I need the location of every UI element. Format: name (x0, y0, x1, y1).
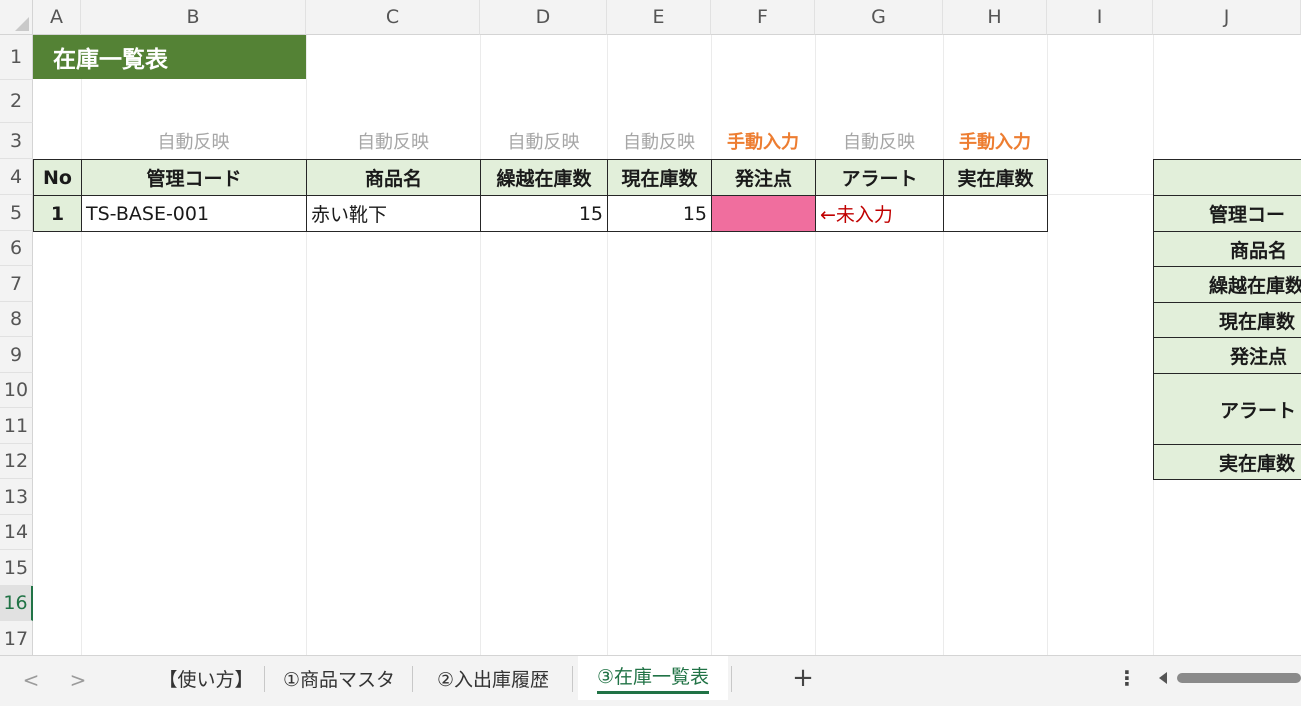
cell-current[interactable]: 15 (607, 195, 712, 232)
row-header-6[interactable]: 6 (0, 231, 33, 266)
sheet-title[interactable]: 在庫一覧表 (33, 35, 306, 79)
cell-code[interactable]: TS-BASE-001 (81, 195, 307, 232)
tab-separator (412, 666, 413, 692)
select-all-corner[interactable] (0, 0, 33, 35)
row-header-13[interactable]: 13 (0, 479, 33, 515)
tab-separator (264, 666, 265, 692)
cell-alert[interactable]: ←未入力 (815, 195, 944, 232)
note-b3[interactable]: 自動反映 (81, 123, 306, 159)
col-header-h[interactable]: H (943, 0, 1047, 35)
side-label-current[interactable]: 現在庫数 (1153, 302, 1301, 338)
scroll-left-icon[interactable] (1159, 672, 1167, 684)
cell-carry[interactable]: 15 (480, 195, 608, 232)
row-header-9[interactable]: 9 (0, 337, 33, 373)
spreadsheet-grid: A B C D E F G H I J 1 2 3 4 5 6 7 8 9 10… (0, 0, 1301, 655)
gridline (1047, 35, 1048, 655)
row-header-4[interactable]: 4 (0, 159, 33, 195)
header-carry[interactable]: 繰越在庫数 (480, 159, 608, 196)
row-header-14[interactable]: 14 (0, 515, 33, 550)
note-e3[interactable]: 自動反映 (607, 123, 711, 159)
note-h3[interactable]: 手動入力 (943, 123, 1047, 159)
tab-label: 【使い方】 (158, 668, 254, 691)
tab-separator (572, 666, 573, 692)
row-header-7[interactable]: 7 (0, 266, 33, 302)
header-name[interactable]: 商品名 (306, 159, 481, 196)
more-options-icon[interactable]: ⋮ (1117, 666, 1137, 690)
next-sheet-button[interactable]: > (66, 668, 90, 692)
side-label-name[interactable]: 商品名 (1153, 231, 1301, 267)
side-label-alert[interactable]: アラート (1153, 373, 1301, 445)
tab-inventory-list[interactable]: ③在庫一覧表 (578, 656, 728, 700)
cell-actual[interactable] (943, 195, 1048, 232)
row-header-8[interactable]: 8 (0, 302, 33, 337)
col-header-g[interactable]: G (815, 0, 943, 35)
add-sheet-button[interactable]: + (789, 663, 817, 693)
side-label-order-point[interactable]: 発注点 (1153, 337, 1301, 374)
tab-stock-history[interactable]: ②入出庫履歴 (416, 656, 570, 700)
sheet-tab-bar: < > 【使い方】 ①商品マスタ ②入出庫履歴 ③在庫一覧表 + ⋮ (0, 655, 1301, 706)
header-current[interactable]: 現在庫数 (607, 159, 712, 196)
cell-name[interactable]: 赤い靴下 (306, 195, 481, 232)
side-label-actual[interactable]: 実在庫数 (1153, 444, 1301, 480)
side-panel-header[interactable] (1153, 159, 1301, 196)
tab-label: ③在庫一覧表 (596, 662, 710, 694)
side-label-code[interactable]: 管理コー (1153, 195, 1301, 232)
tab-separator (731, 666, 732, 692)
note-c3[interactable]: 自動反映 (306, 123, 480, 159)
header-no[interactable]: No (33, 159, 82, 196)
col-header-e[interactable]: E (607, 0, 711, 35)
cell-order-point[interactable] (711, 195, 816, 232)
row-header-1[interactable]: 1 (0, 35, 33, 80)
side-label-carry[interactable]: 繰越在庫数 (1153, 266, 1301, 303)
col-header-j[interactable]: J (1153, 0, 1301, 35)
tab-label: ②入出庫履歴 (436, 668, 550, 691)
note-g3[interactable]: 自動反映 (815, 123, 943, 159)
prev-sheet-button[interactable]: < (19, 668, 43, 692)
row-header-11[interactable]: 11 (0, 408, 33, 444)
header-alert[interactable]: アラート (815, 159, 944, 196)
row-header-15[interactable]: 15 (0, 550, 33, 586)
row-header-16[interactable]: 16 (0, 586, 33, 621)
col-header-b[interactable]: B (81, 0, 306, 35)
col-header-d[interactable]: D (480, 0, 607, 35)
row-header-5[interactable]: 5 (0, 195, 33, 231)
row-header-3[interactable]: 3 (0, 123, 33, 159)
row-header-10[interactable]: 10 (0, 373, 33, 408)
tab-how-to-use[interactable]: 【使い方】 (150, 656, 262, 700)
note-d3[interactable]: 自動反映 (480, 123, 607, 159)
row-header-17[interactable]: 17 (0, 621, 33, 655)
tab-label: ①商品マスタ (282, 668, 396, 691)
header-code[interactable]: 管理コード (81, 159, 307, 196)
col-header-i[interactable]: I (1047, 0, 1153, 35)
header-actual[interactable]: 実在庫数 (943, 159, 1048, 196)
scroll-thumb[interactable] (1177, 673, 1301, 683)
col-header-a[interactable]: A (33, 0, 81, 35)
header-order-point[interactable]: 発注点 (711, 159, 816, 196)
row-header-2[interactable]: 2 (0, 80, 33, 123)
cell-no[interactable]: 1 (33, 195, 82, 232)
note-f3[interactable]: 手動入力 (711, 123, 815, 159)
row-header-12[interactable]: 12 (0, 444, 33, 479)
horizontal-scrollbar[interactable] (1159, 671, 1301, 685)
col-header-f[interactable]: F (711, 0, 815, 35)
col-header-c[interactable]: C (306, 0, 480, 35)
tab-product-master[interactable]: ①商品マスタ (268, 656, 410, 700)
